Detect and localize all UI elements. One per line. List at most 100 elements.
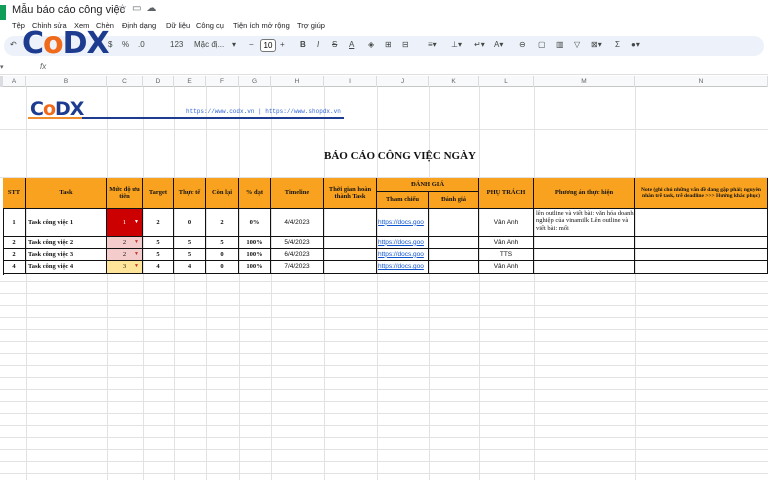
row1-plan[interactable]: lên outline và viết bài: văn hóa doanh n… — [534, 209, 635, 237]
header-stt[interactable]: STT — [3, 178, 26, 209]
row3-plan[interactable] — [534, 249, 635, 261]
row2-target[interactable]: 5 — [143, 237, 174, 249]
row1-timeline[interactable]: 4/4/2023 — [271, 209, 324, 237]
column-header-e[interactable]: E — [174, 76, 206, 87]
more-formats-button[interactable]: 123 — [170, 40, 183, 49]
row2-remaining[interactable]: 5 — [206, 237, 239, 249]
row4-reference-link[interactable]: https://docs.goo — [377, 261, 429, 274]
row3-task[interactable]: Task công việc 3 — [26, 249, 107, 261]
header-rating[interactable]: Đánh giá — [429, 192, 479, 209]
menu-help[interactable]: Trợ giúp — [297, 21, 325, 30]
decimal-decrease-button[interactable]: .0 — [138, 40, 145, 49]
menu-tools[interactable]: Công cụ — [196, 21, 224, 30]
filter-icon[interactable]: ▽ — [574, 40, 580, 49]
row2-priority[interactable]: 2 ▼ — [107, 237, 143, 249]
row3-remaining[interactable]: 0 — [206, 249, 239, 261]
row4-timeline[interactable]: 7/4/2023 — [271, 261, 324, 274]
row3-rating[interactable] — [429, 249, 479, 261]
column-header-a[interactable]: A — [3, 76, 26, 87]
row4-owner[interactable]: Vân Anh — [479, 261, 534, 274]
row1-target[interactable]: 2 — [143, 209, 174, 237]
document-title[interactable]: Mẫu báo cáo công việc — [12, 4, 125, 16]
strikethrough-button[interactable]: S — [332, 40, 337, 49]
row3-reference-link[interactable]: https://docs.goo — [377, 249, 429, 261]
row2-stt[interactable]: 2 — [3, 237, 26, 249]
column-header-b[interactable]: B — [26, 76, 107, 87]
row1-reference-link[interactable]: https://docs.goo — [377, 209, 429, 237]
fill-color-icon[interactable]: ◈ — [368, 40, 374, 49]
row2-rating[interactable] — [429, 237, 479, 249]
column-header-n[interactable]: N — [635, 76, 768, 87]
font-size-input[interactable]: 10 — [260, 39, 276, 52]
row1-actual[interactable]: 0 — [174, 209, 206, 237]
cloud-status-icon[interactable]: ☁ — [146, 3, 161, 14]
cell-grid[interactable] — [0, 87, 768, 480]
header-review[interactable]: ĐÁNH GIÁ — [377, 178, 479, 192]
row2-reference-link[interactable]: https://docs.goo — [377, 237, 429, 249]
row4-priority[interactable]: 3 ▼ — [107, 261, 143, 274]
row3-percent[interactable]: 100% — [239, 249, 271, 261]
text-rotation-icon[interactable]: A▾ — [494, 40, 503, 49]
star-icon[interactable]: ☆ — [118, 3, 132, 14]
header-plan[interactable]: Phương án thực hiện — [534, 178, 635, 209]
input-tools-icon[interactable]: ●▾ — [631, 40, 640, 49]
header-reference[interactable]: Tham chiếu — [377, 192, 429, 209]
row2-done-time[interactable] — [324, 237, 377, 249]
row3-owner[interactable]: TTS — [479, 249, 534, 261]
move-to-folder-icon[interactable]: ▭ — [132, 3, 146, 14]
borders-icon[interactable]: ⊞ — [385, 40, 392, 49]
row4-stt[interactable]: 4 — [3, 261, 26, 274]
row3-actual[interactable]: 5 — [174, 249, 206, 261]
column-header-i[interactable]: I — [324, 76, 377, 87]
column-header-m[interactable]: M — [534, 76, 635, 87]
row1-owner[interactable]: Vân Anh — [479, 209, 534, 237]
bold-button[interactable]: B — [300, 40, 306, 49]
header-remaining[interactable]: Còn lại — [206, 178, 239, 209]
row1-task[interactable]: Task công việc 1 — [26, 209, 107, 237]
row4-target[interactable]: 4 — [143, 261, 174, 274]
header-actual[interactable]: Thực tế — [174, 178, 206, 209]
row2-timeline[interactable]: 5/4/2023 — [271, 237, 324, 249]
align-vertical-icon[interactable]: ⊥▾ — [451, 40, 462, 49]
column-header-d[interactable]: D — [143, 76, 174, 87]
row3-timeline[interactable]: 6/4/2023 — [271, 249, 324, 261]
column-header-k[interactable]: K — [429, 76, 479, 87]
column-header-f[interactable]: F — [206, 76, 239, 87]
row2-percent[interactable]: 100% — [239, 237, 271, 249]
row2-note[interactable] — [635, 237, 768, 249]
row1-rating[interactable] — [429, 209, 479, 237]
row3-priority[interactable]: 2 ▼ — [107, 249, 143, 261]
percent-format-button[interactable]: % — [122, 40, 129, 49]
header-percent[interactable]: % đạt — [239, 178, 271, 209]
sheets-logo-icon[interactable] — [0, 5, 6, 20]
row1-remaining[interactable]: 2 — [206, 209, 239, 237]
column-header-h[interactable]: H — [271, 76, 324, 87]
row2-actual[interactable]: 5 — [174, 237, 206, 249]
row3-stt[interactable]: 2 — [3, 249, 26, 261]
header-timeline[interactable]: Timeline — [271, 178, 324, 209]
row3-target[interactable]: 5 — [143, 249, 174, 261]
italic-button[interactable]: I — [317, 40, 319, 49]
row4-rating[interactable] — [429, 261, 479, 274]
chevron-down-icon[interactable]: ▾ — [232, 40, 236, 49]
font-size-increase-button[interactable]: + — [280, 40, 285, 49]
column-header-l[interactable]: L — [479, 76, 534, 87]
row4-remaining[interactable]: 0 — [206, 261, 239, 274]
row2-task[interactable]: Task công việc 2 — [26, 237, 107, 249]
header-priority[interactable]: Mức độ ưu tiên — [107, 178, 143, 209]
column-header-c[interactable]: C — [107, 76, 143, 87]
row1-percent[interactable]: 0% — [239, 209, 271, 237]
menu-format[interactable]: Định dạng — [122, 21, 156, 30]
font-family-select[interactable]: Mặc đị... — [194, 40, 224, 49]
row2-plan[interactable] — [534, 237, 635, 249]
header-done-time[interactable]: Thời gian hoàn thành Task — [324, 178, 377, 209]
name-box[interactable]: ▾ — [0, 63, 4, 71]
header-owner[interactable]: PHỤ TRÁCH — [479, 178, 534, 209]
row1-stt[interactable]: 1 — [3, 209, 26, 237]
row4-actual[interactable]: 4 — [174, 261, 206, 274]
undo-icon[interactable]: ↶ — [10, 40, 17, 49]
font-size-decrease-button[interactable]: − — [249, 40, 254, 49]
row4-done-time[interactable] — [324, 261, 377, 274]
row1-note[interactable] — [635, 209, 768, 237]
align-horizontal-icon[interactable]: ≡▾ — [428, 40, 437, 49]
